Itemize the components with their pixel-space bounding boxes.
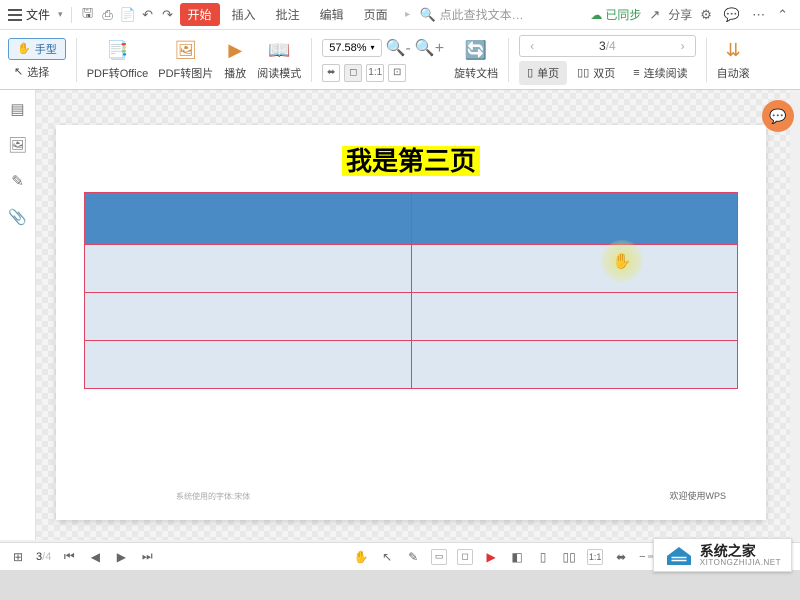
tab-insert[interactable]: 插入 — [224, 3, 264, 26]
page-table — [84, 192, 738, 389]
bookmarks-icon[interactable]: 🖼 — [9, 136, 27, 154]
st-1to1-icon[interactable]: 1:1 — [587, 549, 603, 565]
continuous-button[interactable]: ≡连续阅读 — [625, 61, 695, 85]
bottom-strip — [0, 570, 800, 600]
st-fit1-icon[interactable]: ▭ — [431, 549, 447, 565]
zoom-dropdown-icon: ▾ — [371, 43, 375, 52]
play-button[interactable]: ▶ 播放 — [223, 39, 247, 81]
st-play-icon[interactable]: ▶ — [483, 549, 499, 565]
double-page-button[interactable]: ▯▯双页 — [569, 61, 623, 85]
collapse-icon[interactable]: ⌃ — [777, 7, 788, 23]
actual-size-icon[interactable]: 1:1 — [366, 64, 384, 82]
watermark-cn: 系统之家 — [700, 544, 781, 559]
hand-tool-button[interactable]: ✋ 手型 — [8, 38, 66, 60]
redo-icon[interactable]: ↷ — [160, 7, 176, 23]
ribbon: ✋ 手型 ↖ 选择 📑 PDF转Office 🖼 PDF转图片 ▶ 播放 📖 阅… — [0, 30, 800, 90]
st-select-icon[interactable]: ↖ — [379, 549, 395, 565]
single-page-button[interactable]: ▯单页 — [519, 61, 567, 85]
annotations-icon[interactable]: ✎ — [9, 172, 27, 190]
print-icon[interactable]: ⎙ — [100, 7, 116, 23]
st-fit2-icon[interactable]: ◻ — [457, 549, 473, 565]
zoom-in-icon[interactable]: 🔍+ — [415, 38, 444, 58]
fit-page-icon[interactable]: ◻ — [344, 64, 362, 82]
rotate-button[interactable]: 🔄 旋转文档 — [454, 39, 498, 81]
st-mode-icon[interactable]: ◧ — [509, 549, 525, 565]
page-footer-right: 欢迎使用WPS — [669, 489, 726, 502]
search-icon[interactable]: 🔍 — [420, 7, 436, 23]
tools-icon: 💬 — [769, 108, 786, 125]
pdf-to-office-button[interactable]: 📑 PDF转Office — [87, 39, 149, 81]
st-fitw-icon[interactable]: ⬌ — [613, 549, 629, 565]
double-page-icon: ▯▯ — [577, 66, 589, 79]
sync-status[interactable]: ☁ 已同步 — [590, 6, 641, 23]
table-row — [85, 193, 738, 245]
pdf-to-image-button[interactable]: 🖼 PDF转图片 — [158, 39, 213, 81]
pdf-office-icon: 📑 — [105, 39, 129, 63]
search-input[interactable]: 点此查找文本… — [440, 6, 524, 23]
auto-scroll-button[interactable]: ⇊ 自动滚 — [717, 39, 750, 81]
rotate-icon: 🔄 — [464, 39, 488, 63]
floating-tools-button[interactable]: 💬 — [762, 100, 794, 132]
cloud-icon: ☁ — [590, 8, 602, 22]
st-last-icon[interactable]: ⏭ — [139, 549, 155, 565]
continuous-icon: ≡ — [633, 67, 639, 79]
watermark: 系统之家 XITONGZHIJIA.NET — [653, 538, 792, 572]
attachments-icon[interactable]: 📎 — [9, 208, 27, 226]
thumbnails-icon[interactable]: ▤ — [9, 100, 27, 118]
play-icon: ▶ — [223, 39, 247, 63]
st-double-icon[interactable]: ▯▯ — [561, 549, 577, 565]
file-menu[interactable]: 文件 — [26, 6, 50, 23]
tab-start[interactable]: 开始 — [180, 3, 220, 26]
page-title: 我是第三页 — [56, 141, 766, 178]
st-highlight-icon[interactable]: ✎ — [405, 549, 421, 565]
document-canvas[interactable]: 我是第三页 ✋ 系统使用的字体:宋体 欢迎使用WPS — [36, 90, 790, 540]
gear-icon[interactable]: ⚙ — [700, 7, 712, 23]
save-icon[interactable]: 🖫 — [80, 7, 96, 23]
next-page-icon[interactable]: › — [681, 39, 685, 53]
st-hand-icon[interactable]: ✋ — [353, 549, 369, 565]
chat-icon[interactable]: 💬 — [724, 7, 740, 23]
left-sidebar: ▤ 🖼 ✎ 📎 — [0, 90, 36, 540]
st-page-indicator[interactable]: 3/4 — [36, 551, 51, 563]
pdf-page: 我是第三页 ✋ 系统使用的字体:宋体 欢迎使用WPS — [56, 125, 766, 520]
page-footer-left: 系统使用的字体:宋体 — [176, 491, 250, 502]
select-tool-button[interactable]: ↖ 选择 — [8, 62, 66, 82]
cursor-icon: ↖ — [14, 65, 23, 78]
table-row — [85, 341, 738, 389]
more-icon[interactable]: ⋯ — [752, 7, 765, 23]
st-single-icon[interactable]: ▯ — [535, 549, 551, 565]
auto-scroll-icon: ⇊ — [721, 39, 745, 63]
single-page-icon: ▯ — [527, 66, 533, 79]
share-label[interactable]: 分享 — [668, 6, 692, 23]
page-navigator[interactable]: ‹ 3/4 › — [519, 35, 696, 57]
tab-edit[interactable]: 编辑 — [312, 3, 352, 26]
fit-width-icon[interactable]: ⬌ — [322, 64, 340, 82]
hand-icon: ✋ — [17, 42, 31, 55]
more-tabs-icon[interactable]: ▸ — [400, 7, 416, 23]
file-dropdown-icon[interactable]: ▾ — [58, 9, 63, 20]
tab-annotate[interactable]: 批注 — [268, 3, 308, 26]
zoom-out-icon[interactable]: 🔍- — [386, 38, 411, 58]
st-prev-icon[interactable]: ◀ — [87, 549, 103, 565]
table-row — [85, 293, 738, 341]
pdf-image-icon: 🖼 — [174, 39, 198, 63]
read-mode-button[interactable]: 📖 阅读模式 — [257, 39, 301, 81]
logo-icon — [664, 543, 694, 569]
prev-page-icon[interactable]: ‹ — [530, 39, 534, 53]
hand-cursor-indicator: ✋ — [601, 240, 643, 282]
share-icon[interactable]: ↗ — [649, 7, 660, 23]
menubar: 文件 ▾ 🖫 ⎙ 📄 ↶ ↷ 开始 插入 批注 编辑 页面 ▸ 🔍 点此查找文本… — [0, 0, 800, 30]
st-first-icon[interactable]: ⏮ — [61, 549, 77, 565]
tab-page[interactable]: 页面 — [356, 3, 396, 26]
hamburger-icon[interactable] — [8, 9, 22, 21]
read-icon: 📖 — [267, 39, 291, 63]
undo-icon[interactable]: ↶ — [140, 7, 156, 23]
preview-icon[interactable]: 📄 — [120, 7, 136, 23]
fit-visible-icon[interactable]: ⊡ — [388, 64, 406, 82]
zoom-input[interactable]: 57.58% ▾ — [322, 39, 381, 57]
st-next-icon[interactable]: ▶ — [113, 549, 129, 565]
st-grid-icon[interactable]: ⊞ — [10, 549, 26, 565]
watermark-en: XITONGZHIJIA.NET — [700, 559, 781, 568]
st-zoom-out-icon[interactable]: − — [639, 551, 645, 563]
